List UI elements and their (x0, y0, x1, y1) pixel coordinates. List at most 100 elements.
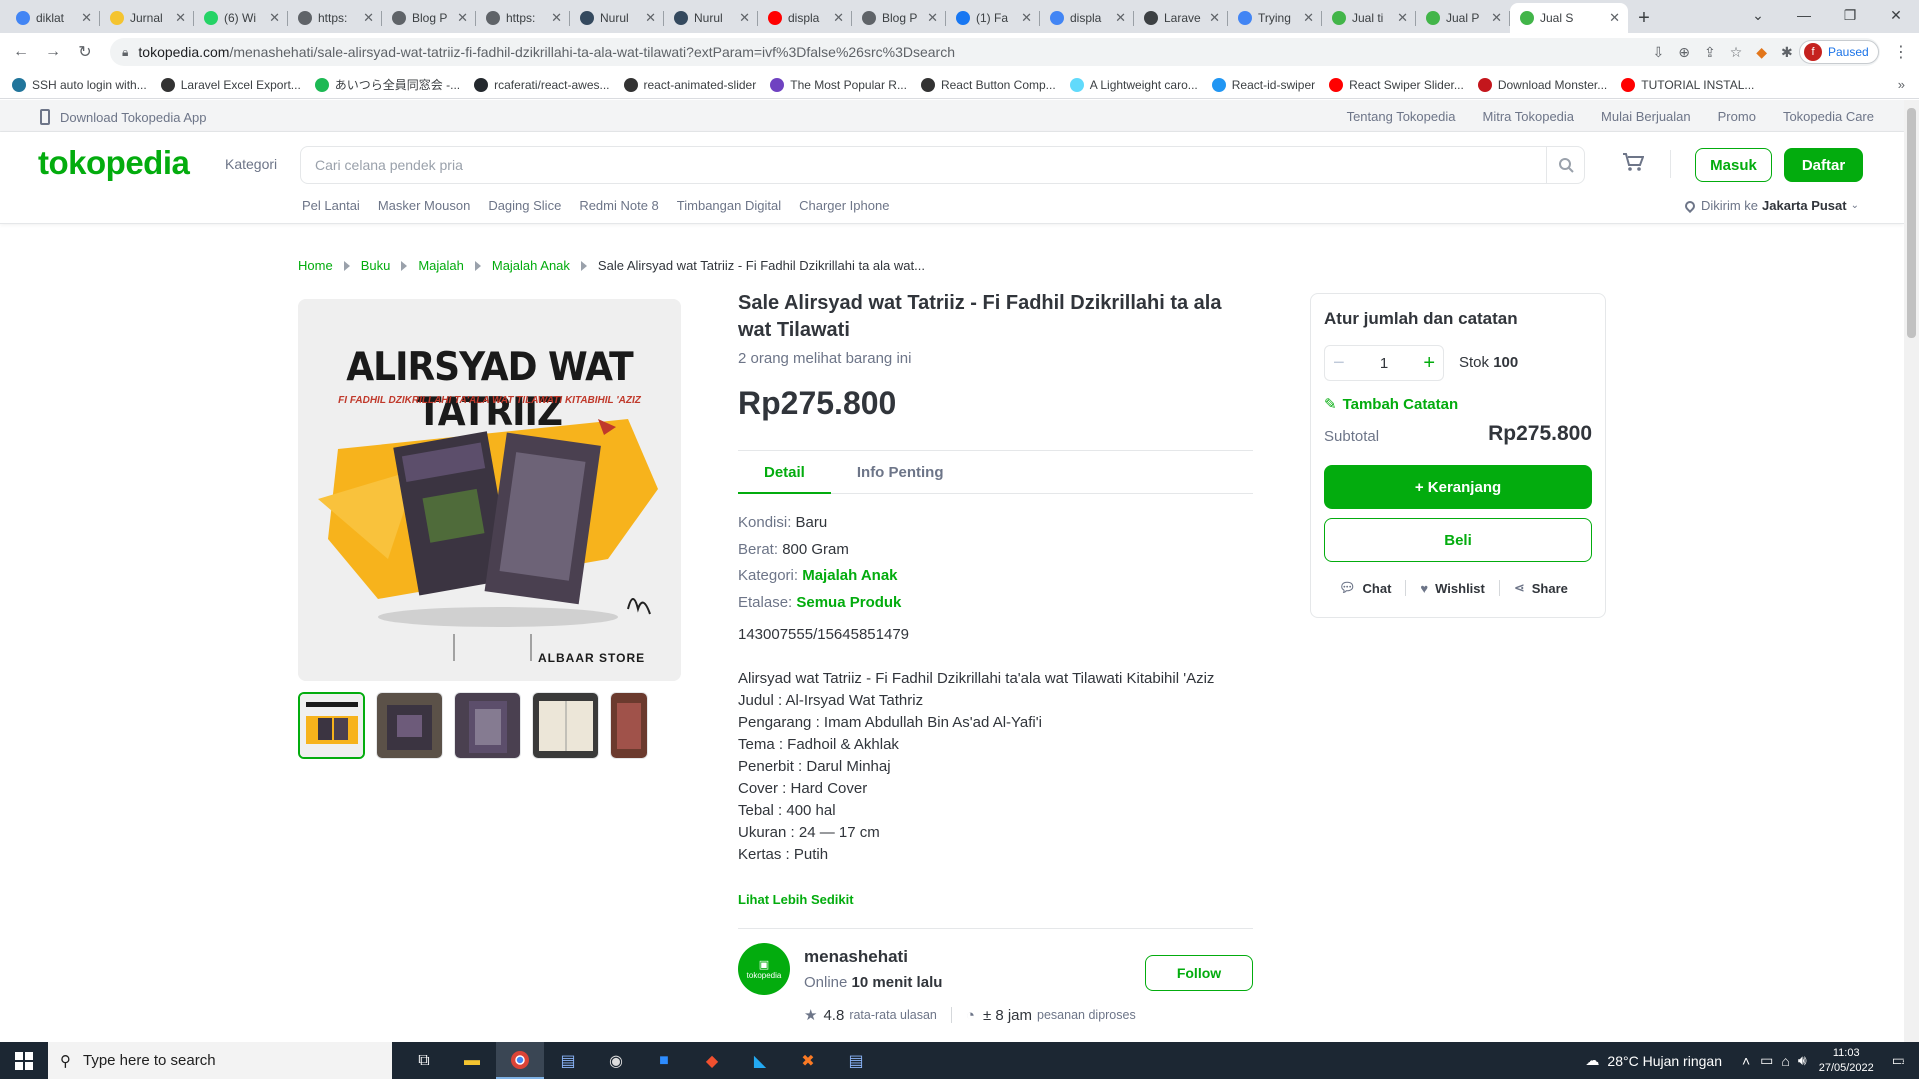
file-explorer-icon[interactable]: ▬ (448, 1042, 496, 1079)
browser-tab[interactable]: Jual P ✕ (1416, 3, 1510, 33)
zoom-app-icon[interactable]: ■ (640, 1042, 688, 1079)
git-icon[interactable]: ◆ (688, 1042, 736, 1079)
browser-tab[interactable]: https: ✕ (288, 3, 382, 33)
bookmark-item[interactable]: Laravel Excel Export... (160, 77, 301, 92)
breadcrumb-link[interactable]: Majalah (418, 258, 464, 273)
weather-text[interactable]: 28°C Hujan ringan (1607, 1053, 1722, 1069)
shop-name[interactable]: menashehati (804, 947, 908, 967)
back-icon[interactable]: ← (6, 37, 36, 67)
weather-icon[interactable]: ☁ (1585, 1052, 1599, 1069)
shop-avatar[interactable]: ▣ tokopedia (738, 943, 790, 995)
vscode-icon[interactable]: ◣ (736, 1042, 784, 1079)
browser-tab[interactable]: Trying ✕ (1228, 3, 1322, 33)
thumbnail-2[interactable] (376, 692, 443, 759)
keyword-link[interactable]: Redmi Note 8 (579, 198, 658, 213)
search-input[interactable]: Cari celana pendek pria (300, 146, 1585, 184)
bookmark-item[interactable]: A Lightweight caro... (1069, 77, 1198, 92)
share-button[interactable]: ⋖ Share (1514, 580, 1568, 596)
browser-tab-active[interactable]: Jual S ✕ (1510, 3, 1628, 33)
taskbar-clock[interactable]: 11:03 27/05/2022 (1819, 1046, 1874, 1076)
quantity-stepper[interactable]: − 1 + (1324, 345, 1444, 381)
close-tab-icon[interactable]: ✕ (363, 10, 374, 26)
reload-icon[interactable]: ↻ (70, 37, 100, 67)
close-tab-icon[interactable]: ✕ (645, 10, 656, 26)
browser-tab[interactable]: (1) Fa ✕ (946, 3, 1040, 33)
ship-to-selector[interactable]: Dikirim ke Jakarta Pusat ⌄ (1682, 198, 1859, 213)
chat-button[interactable]: 💬︎ Chat (1339, 580, 1391, 596)
top-link[interactable]: Mitra Tokopedia (1482, 109, 1574, 124)
plus-icon[interactable]: + (1423, 352, 1435, 375)
minus-icon[interactable]: − (1333, 352, 1345, 375)
restore-icon[interactable]: ❐ (1827, 0, 1873, 30)
close-tab-icon[interactable]: ✕ (1209, 10, 1220, 26)
browser-tab[interactable]: Larave ✕ (1134, 3, 1228, 33)
bookmark-item[interactable]: React Button Comp... (920, 77, 1056, 92)
product-main-image[interactable]: ALIRSYAD WAT TATRIIZ FI FADHIL DZIKRILLA… (298, 299, 681, 681)
wishlist-button[interactable]: ♥ Wishlist (1420, 581, 1484, 596)
browser-tab[interactable]: Jurnal ✕ (100, 3, 194, 33)
top-link[interactable]: Promo (1718, 109, 1756, 124)
browser-tab[interactable]: https: ✕ (476, 3, 570, 33)
download-app-link[interactable]: Download Tokopedia App (40, 109, 207, 125)
bookmark-item[interactable]: あいつら全員同窓会 -... (314, 76, 460, 93)
close-tab-icon[interactable]: ✕ (1491, 10, 1502, 26)
browser-tab[interactable]: diklat ✕ (6, 3, 100, 33)
add-note-link[interactable]: ✎ Tambah Catatan (1324, 395, 1458, 414)
tokopedia-logo[interactable]: tokopedia (38, 144, 190, 182)
profile-button[interactable]: f Paused (1799, 40, 1879, 64)
browser-tab[interactable]: Nurul ✕ (664, 3, 758, 33)
keyword-link[interactable]: Charger Iphone (799, 198, 889, 213)
tray-chevron-icon[interactable]: ˄ (1742, 1053, 1750, 1069)
scrollbar-thumb[interactable] (1907, 108, 1916, 338)
keyword-link[interactable]: Timbangan Digital (677, 198, 781, 213)
extensions-icon[interactable]: ✱ (1781, 44, 1793, 61)
breadcrumb-link[interactable]: Home (298, 258, 333, 273)
close-tab-icon[interactable]: ✕ (833, 10, 844, 26)
follow-button[interactable]: Follow (1145, 955, 1253, 991)
browser-tab[interactable]: Blog P ✕ (382, 3, 476, 33)
thumbnail-3[interactable] (454, 692, 521, 759)
cart-icon[interactable] (1622, 152, 1645, 177)
minimize-icon[interactable]: — (1781, 0, 1827, 30)
etalase-link[interactable]: Semua Produk (796, 594, 901, 611)
keyword-link[interactable]: Masker Mouson (378, 198, 470, 213)
bookmark-item[interactable]: React Swiper Slider... (1329, 77, 1464, 92)
close-tab-icon[interactable]: ✕ (1303, 10, 1314, 26)
breadcrumb-link[interactable]: Majalah Anak (492, 258, 570, 273)
close-tab-icon[interactable]: ✕ (1609, 10, 1620, 26)
xampp-icon[interactable]: ✖ (784, 1042, 832, 1079)
close-tab-icon[interactable]: ✕ (81, 10, 92, 26)
top-link[interactable]: Tokopedia Care (1783, 109, 1874, 124)
show-less-link[interactable]: Lihat Lebih Sedikit (738, 892, 854, 907)
network-icon[interactable]: ⌂ (1781, 1053, 1789, 1069)
app-icon[interactable]: ▤ (832, 1042, 880, 1079)
url-text[interactable]: tokopedia.com/menashehati/sale-alirsyad-… (138, 44, 955, 60)
remote-desktop-icon[interactable]: ▤ (544, 1042, 592, 1079)
bookmark-item[interactable]: SSH auto login with... (12, 77, 147, 92)
windows-start-icon[interactable] (0, 1042, 48, 1079)
browser-tab[interactable]: displa ✕ (1040, 3, 1134, 33)
close-window-icon[interactable]: ✕ (1873, 0, 1919, 30)
notifications-icon[interactable]: ▭ 6 (1892, 1052, 1906, 1069)
install-icon[interactable]: ⇩ (1652, 44, 1664, 61)
bookmark-item[interactable]: The Most Popular R... (770, 77, 907, 92)
page-scrollbar[interactable] (1904, 100, 1919, 1042)
kategori-menu[interactable]: Kategori (225, 156, 277, 172)
forward-icon[interactable]: → (38, 37, 68, 67)
new-tab-button[interactable]: + (1628, 3, 1660, 33)
bookmark-item[interactable]: TUTORIAL INSTAL... (1621, 77, 1754, 92)
close-tab-icon[interactable]: ✕ (175, 10, 186, 26)
browser-tab[interactable]: Blog P ✕ (852, 3, 946, 33)
buy-button[interactable]: Beli (1324, 518, 1592, 562)
thumbnail-5[interactable] (610, 692, 648, 759)
close-tab-icon[interactable]: ✕ (1115, 10, 1126, 26)
close-tab-icon[interactable]: ✕ (1021, 10, 1032, 26)
bookmark-item[interactable]: rcaferati/react-awes... (474, 77, 610, 92)
battery-icon[interactable]: ▭ (1760, 1052, 1773, 1069)
keyword-link[interactable]: Daging Slice (488, 198, 561, 213)
obs-icon[interactable]: ◉ (592, 1042, 640, 1079)
kategori-link[interactable]: Majalah Anak (802, 567, 897, 584)
lock-icon[interactable]: 🔒︎ (122, 45, 128, 60)
tab-info-penting[interactable]: Info Penting (831, 452, 970, 494)
close-tab-icon[interactable]: ✕ (551, 10, 562, 26)
